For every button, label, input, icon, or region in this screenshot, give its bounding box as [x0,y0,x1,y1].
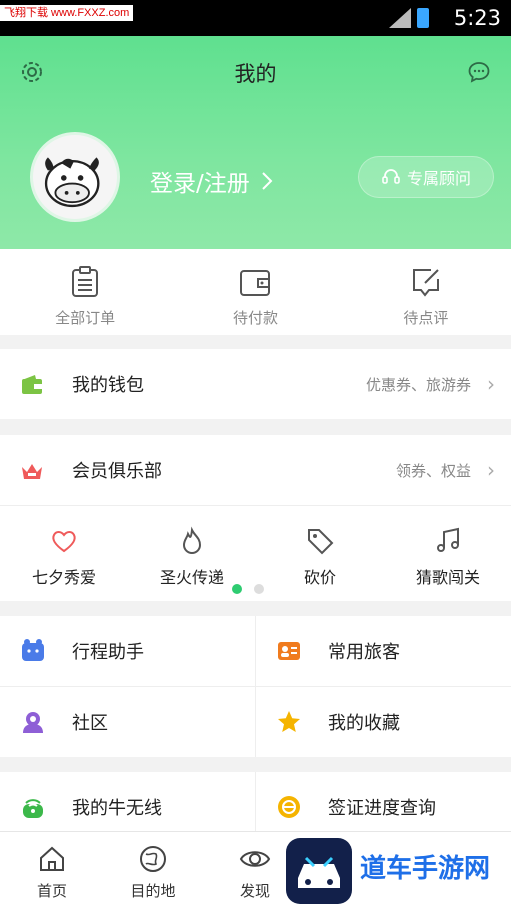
carousel-dot-active [232,584,242,594]
clipboard-icon [72,266,99,297]
headset-icon [382,169,400,184]
watermark-logo [286,838,352,904]
watermark-text: 飞翔下载 www.FXXZ.com [0,5,134,21]
frequent-travelers-button[interactable]: 常用旅客 [256,616,511,686]
eye-icon [239,851,271,867]
cow-face-icon [44,157,100,208]
member-club-row[interactable]: 会员俱乐部 领券、权益 › [0,435,511,505]
pending-payment-button[interactable]: 待付款 [170,249,340,335]
edit-comment-icon [412,269,439,297]
activity-torch[interactable]: 圣火传递 [128,526,256,588]
heart-icon [52,531,76,553]
carousel-dot [254,584,264,594]
activity-song-guess[interactable]: 猜歌闯关 [384,526,511,588]
wallet-green-icon [22,375,42,394]
community-icon [23,712,43,733]
traveler-card-icon [278,642,300,660]
itinerary-icon [22,639,44,661]
service-grid-2: 我的牛无线 签证进度查询 [0,772,511,831]
itinerary-assistant-label: 行程助手 [72,642,144,663]
itinerary-assistant-button[interactable]: 行程助手 [0,616,255,686]
wallet-sub: 优惠券、旅游券 [365,375,471,394]
my-wifi-label: 我的牛无线 [72,798,162,819]
globe-icon [140,846,166,872]
pending-review-button[interactable]: 待点评 [341,249,511,335]
my-favorites-label: 我的收藏 [328,713,400,734]
tab-home-label: 首页 [36,882,67,900]
community-button[interactable]: 社区 [0,687,255,757]
wallet-row[interactable]: 我的钱包 优惠券、旅游券 › [0,349,511,419]
watermark-site-text: 道车手游网 [360,854,491,884]
activity-qixi[interactable]: 七夕秀爱 [0,526,128,588]
login-register-label: 登录/注册 [150,171,250,197]
activity-torch-label: 圣火传递 [159,568,224,587]
advisor-button[interactable]: 专属顾问 [358,156,494,198]
chevron-right-icon [262,172,273,190]
pending-review-label: 待点评 [403,309,449,327]
flame-icon [182,526,202,554]
status-bar: 飞翔下载 www.FXXZ.com 5:23 [0,0,511,36]
activity-bargain[interactable]: 砍价 [256,526,384,588]
wallet-title: 我的钱包 [72,375,144,396]
community-label: 社区 [72,713,108,734]
tab-destination-label: 目的地 [130,882,176,900]
visa-progress-label: 签证进度查询 [328,798,436,819]
all-orders-button[interactable]: 全部订单 [0,249,170,335]
service-grid: 行程助手 常用旅客 社区 我的收藏 [0,616,511,757]
tab-home[interactable]: 首页 [2,844,102,901]
member-club-title: 会员俱乐部 [72,461,162,482]
order-shortcuts: 全部订单 待付款 待点评 [0,249,511,335]
message-icon[interactable] [467,60,491,84]
page-title: 我的 [234,62,277,86]
tab-discover-label: 发现 [239,882,270,900]
wallet-icon [240,270,271,296]
profile-header: 我的 登录/注册 专属顾问 [0,36,511,249]
wifi-signal-icon [389,8,411,28]
status-icons [389,8,429,28]
star-icon [278,711,300,732]
login-register-link[interactable]: 登录/注册 [150,164,274,198]
crown-icon [22,464,42,479]
member-club-sub: 领券、权益 [395,461,471,480]
car-logo-icon [298,856,340,888]
advisor-label: 专属顾问 [406,169,471,188]
home-icon [40,846,64,871]
price-tag-icon [308,529,334,555]
wifi-icon [23,799,43,818]
activity-song-guess-label: 猜歌闯关 [415,568,480,587]
chevron-right-icon: › [487,458,495,482]
chevron-right-icon: › [487,372,495,396]
avatar[interactable] [30,132,120,222]
activity-bargain-label: 砍价 [303,568,336,587]
music-note-icon [437,527,459,552]
grid-divider [0,686,511,687]
my-favorites-button[interactable]: 我的收藏 [256,687,511,757]
visa-icon [278,796,300,818]
battery-icon [417,8,429,28]
carousel-indicator [232,584,264,594]
activity-carousel: 七夕秀爱 圣火传递 砍价 猜歌闯关 [0,505,511,601]
clock: 5:23 [453,6,501,30]
tab-destination[interactable]: 目的地 [103,844,203,901]
grid-divider [255,772,256,831]
activity-qixi-label: 七夕秀爱 [31,568,96,587]
pending-payment-label: 待付款 [232,309,278,327]
all-orders-label: 全部订单 [55,309,116,327]
frequent-travelers-label: 常用旅客 [328,642,400,663]
